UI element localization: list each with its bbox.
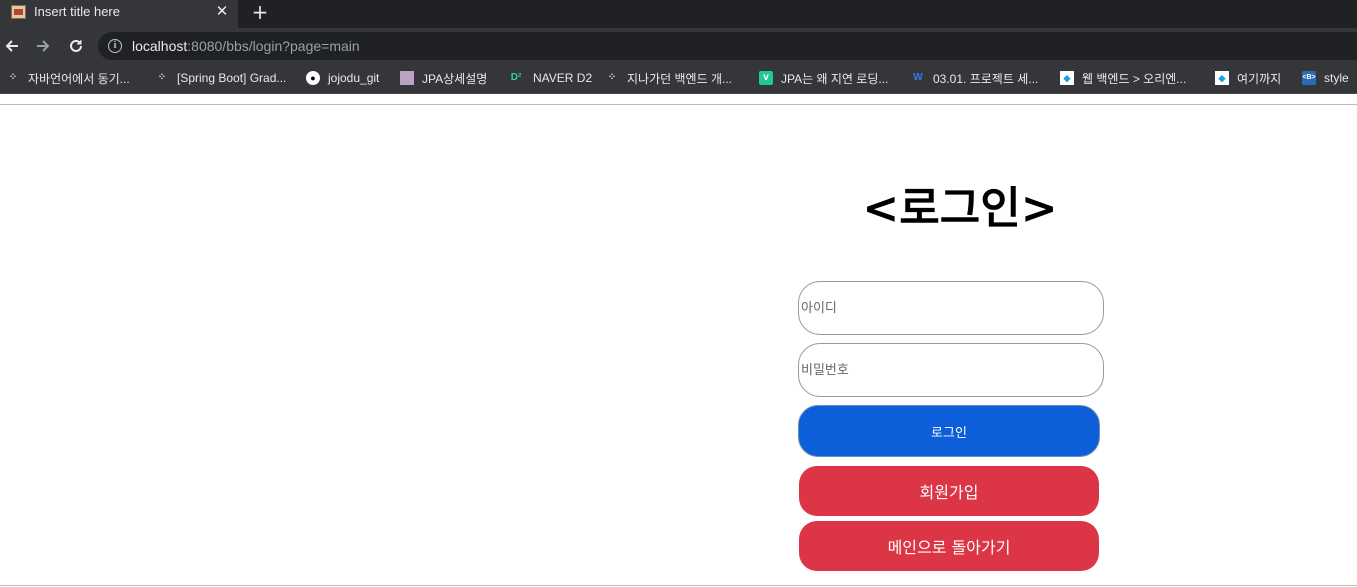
tab-strip: Insert title here ✕ + [0, 0, 1357, 28]
bookmarks-bar: ⁘ 자바언어에서 동기... ⁘ [Spring Boot] Grad... ●… [0, 63, 1357, 94]
bookmark-item[interactable]: JPA상세설명 [400, 69, 487, 87]
github-icon: ● [306, 71, 320, 85]
bookmark-item[interactable]: <B> style [1302, 69, 1349, 87]
back-to-main-button[interactable]: 메인으로 돌아가기 [799, 521, 1099, 571]
bookmark-item[interactable]: ⁘ [Spring Boot] Grad... [155, 69, 287, 87]
login-button[interactable]: 로그인 [798, 405, 1100, 457]
url-text[interactable]: localhost:8080/bbs/login?page=main [132, 38, 360, 54]
favicon-icon [11, 5, 26, 19]
id-input[interactable] [798, 281, 1104, 335]
bookmark-item[interactable]: ⁘ 자바언어에서 동기... [6, 69, 130, 87]
naver-d2-icon: D² [510, 72, 522, 83]
page-icon: ◆ [1060, 71, 1074, 85]
bookmark-item[interactable]: v JPA는 왜 지연 로딩... [759, 69, 888, 87]
tistory-icon: ⁘ [607, 72, 617, 83]
arrow-right-icon [37, 40, 50, 52]
new-tab-button[interactable]: + [250, 0, 270, 24]
bookmark-item[interactable]: ◆ 웹 백엔드 > 오리엔... [1060, 69, 1186, 87]
join-button[interactable]: 회원가입 [799, 466, 1099, 516]
reload-icon [70, 39, 82, 52]
tab-title: Insert title here [34, 4, 120, 19]
forward-button[interactable] [33, 36, 53, 56]
wikidocs-icon: W [913, 72, 923, 83]
password-input[interactable] [798, 343, 1104, 397]
velog-icon: v [759, 71, 773, 85]
image-icon [400, 71, 414, 85]
tistory-icon: ⁘ [157, 72, 167, 83]
browser-tab[interactable]: Insert title here ✕ [0, 0, 238, 28]
page-title: <로그인> [862, 183, 1058, 234]
code-icon: <B> [1302, 71, 1316, 85]
info-icon[interactable]: i [108, 39, 122, 53]
bookmark-item[interactable]: ◆ 여기까지 [1215, 69, 1281, 87]
bookmark-item[interactable]: D² NAVER D2 [507, 69, 592, 87]
divider [0, 585, 1357, 586]
browser-toolbar: i localhost:8080/bbs/login?page=main [0, 28, 1357, 63]
page-icon: ◆ [1215, 71, 1229, 85]
reload-button[interactable] [66, 36, 86, 56]
bookmark-item[interactable]: W 03.01. 프로젝트 세... [911, 69, 1038, 87]
bookmark-item[interactable]: ● jojodu_git [306, 69, 379, 87]
arrow-left-icon [5, 40, 18, 52]
divider [0, 104, 1357, 105]
back-button[interactable] [2, 36, 22, 56]
tistory-icon: ⁘ [8, 72, 18, 83]
bookmark-item[interactable]: ⁘ 지나가던 백엔드 개... [605, 69, 732, 87]
tab-close-button[interactable]: ✕ [214, 2, 230, 20]
address-bar[interactable]: i localhost:8080/bbs/login?page=main [98, 32, 1357, 60]
